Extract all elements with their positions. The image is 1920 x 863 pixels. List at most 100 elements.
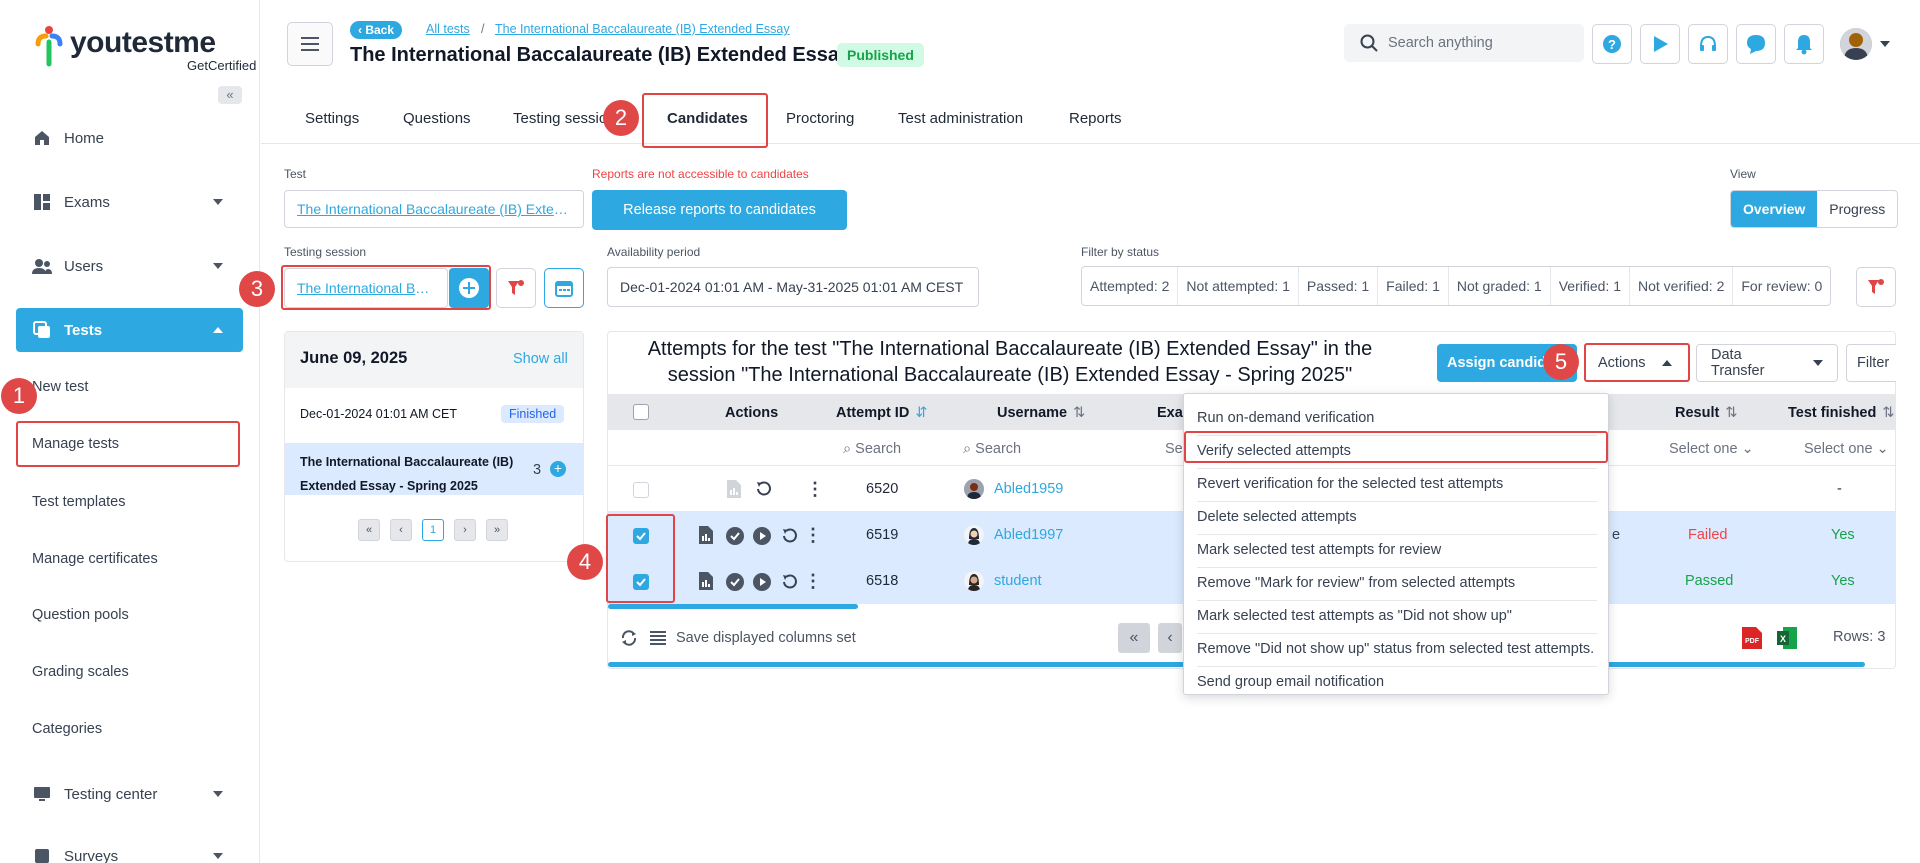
sidebar-item-tests[interactable]: Tests [16,308,243,352]
retake-icon[interactable] [780,526,800,546]
pdf-export-icon[interactable]: PDF [1740,625,1764,651]
sidebar-subitem-question-pools[interactable]: Question pools [32,607,129,623]
menu-item-send-email[interactable]: Send group email notification [1197,667,1597,700]
row-checkbox[interactable] [633,528,649,544]
report-icon[interactable] [699,526,713,544]
column-header-result[interactable]: Result ⇅ [1675,405,1737,421]
logo[interactable]: youtestme GetCertified [34,22,256,74]
pager-first-button[interactable]: « [358,519,380,541]
help-button[interactable]: ? [1592,24,1632,64]
sort-icon[interactable]: ⇅ [1073,405,1085,421]
filter-button[interactable]: Filter [1846,344,1896,382]
select-all-checkbox[interactable] [633,404,649,420]
status-not-graded[interactable]: Not graded: 1 [1449,267,1551,305]
column-header-attempt-id[interactable]: Attempt ID ⇵ [836,405,927,421]
sidebar-subitem-test-templates[interactable]: Test templates [32,494,126,510]
test-field[interactable]: The International Baccalaureate (IB) Ext… [284,190,584,228]
menu-item-delete-selected[interactable]: Delete selected attempts [1197,502,1597,535]
status-attempted[interactable]: Attempted: 2 [1082,267,1179,305]
data-transfer-button[interactable]: Data Transfer [1696,344,1838,382]
sidebar-item-surveys[interactable]: Surveys [16,834,243,863]
report-icon[interactable] [727,480,741,498]
attempt-id-search-input[interactable]: ⌕ Search [843,441,901,457]
actions-dropdown-button[interactable]: Actions [1584,344,1688,382]
column-header-username[interactable]: Username ⇅ [997,405,1085,421]
view-overview-button[interactable]: Overview [1731,191,1818,227]
status-passed[interactable]: Passed: 1 [1299,267,1379,305]
retake-icon[interactable] [780,572,800,592]
more-icon[interactable]: ⋮ [804,524,822,546]
pager-next-button[interactable]: › [454,519,476,541]
menu-item-mark-review[interactable]: Mark selected test attempts for review [1197,535,1597,568]
menu-item-verify-selected[interactable]: Verify selected attempts [1197,436,1597,469]
refresh-icon[interactable] [619,628,639,648]
collapse-sidebar-button[interactable]: « [218,86,242,104]
session-filter-button[interactable] [496,268,536,308]
menu-item-remove-mark-review[interactable]: Remove "Mark for review" from selected a… [1197,568,1597,601]
sidebar-item-home[interactable]: Home [16,116,243,160]
save-columns-link[interactable]: Save displayed columns set [676,630,856,646]
table-pager-first-button[interactable]: « [1118,623,1150,653]
sidebar-item-testing-center[interactable]: Testing center [16,772,243,816]
user-avatar[interactable] [1840,28,1872,60]
report-icon[interactable] [699,572,713,590]
play-icon[interactable] [753,527,771,545]
pager-page-button[interactable]: 1 [422,519,444,541]
status-failed[interactable]: Failed: 1 [1378,267,1449,305]
sidebar-subitem-manage-tests[interactable]: Manage tests [32,436,119,452]
add-session-button[interactable] [449,268,489,308]
more-icon[interactable]: ⋮ [804,570,822,592]
username-link[interactable]: student [994,573,1042,589]
test-finished-select[interactable]: Select one ⌄ [1804,441,1889,457]
view-progress-button[interactable]: Progress [1817,191,1897,227]
breadcrumb-all-tests[interactable]: All tests [426,22,470,36]
tab-testing-sessions[interactable]: Testing sessions [513,110,613,127]
status-not-attempted[interactable]: Not attempted: 1 [1178,267,1299,305]
notifications-button[interactable] [1784,24,1824,64]
sidebar-subitem-categories[interactable]: Categories [32,721,102,737]
tab-questions[interactable]: Questions [403,110,471,127]
menu-item-mark-did-not-show[interactable]: Mark selected test attempts as "Did not … [1197,601,1597,634]
sort-icon[interactable]: ⇅ [1725,405,1737,421]
username-link[interactable]: Abled1959 [994,481,1063,497]
retake-icon[interactable] [754,479,774,499]
more-icon[interactable]: ⋮ [806,478,824,500]
sidebar-subitem-manage-certificates[interactable]: Manage certificates [32,551,158,567]
username-link[interactable]: Abled1997 [994,527,1063,543]
tab-test-administration[interactable]: Test administration [898,110,1023,127]
table-pager-prev-button[interactable]: ‹ [1158,623,1182,653]
chat-button[interactable] [1736,24,1776,64]
play-button[interactable] [1640,24,1680,64]
username-search-input[interactable]: ⌕ Search [963,441,1021,457]
chevron-down-icon[interactable] [1880,41,1890,47]
global-search-input[interactable]: Search anything [1344,24,1584,62]
row-checkbox[interactable] [633,482,649,498]
breadcrumb-current[interactable]: The International Baccalaureate (IB) Ext… [495,22,790,36]
table-scrollbar[interactable] [608,604,858,609]
excel-export-icon[interactable]: X [1775,625,1799,651]
menu-toggle-button[interactable] [287,22,333,66]
result-select[interactable]: Select one ⌄ [1669,441,1754,457]
tab-reports[interactable]: Reports [1069,110,1122,127]
menu-item-revert-verification[interactable]: Revert verification for the selected tes… [1197,469,1597,502]
tab-candidates[interactable]: Candidates [667,110,748,127]
tab-proctoring[interactable]: Proctoring [786,110,854,127]
play-icon[interactable] [753,573,771,591]
calendar-button[interactable] [544,268,584,308]
status-not-verified[interactable]: Not verified: 2 [1630,267,1734,305]
sort-asc-icon[interactable]: ⇵ [915,405,927,421]
column-header-exam[interactable]: Exam [1157,405,1183,421]
support-button[interactable] [1688,24,1728,64]
test-link[interactable]: The International Baccalaureate (IB) Ext… [297,201,571,217]
pager-prev-button[interactable]: ‹ [390,519,412,541]
add-candidate-icon[interactable]: + [550,461,566,477]
show-all-link[interactable]: Show all [513,351,568,367]
status-verified[interactable]: Verified: 1 [1551,267,1630,305]
verify-icon[interactable] [726,527,744,545]
row-checkbox[interactable] [633,574,649,590]
sort-icon[interactable]: ⇅ [1882,405,1894,421]
status-filter-reset-button[interactable] [1856,267,1896,307]
columns-icon[interactable] [650,630,666,646]
testing-session-field[interactable]: The International Baccalaureate (IB) Ext… [284,268,448,308]
back-button[interactable]: ‹ Back [350,21,403,39]
